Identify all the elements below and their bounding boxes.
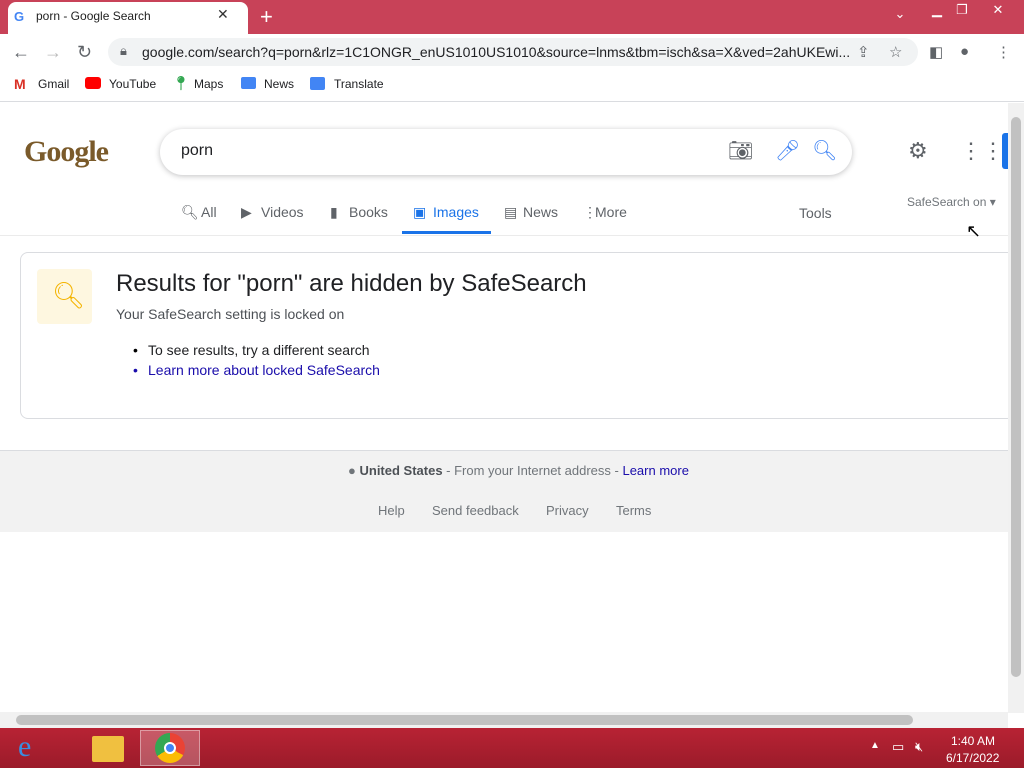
bookmark-translate[interactable]: Translate: [334, 77, 384, 91]
network-icon[interactable]: ▭: [892, 739, 904, 755]
news-tab-icon: ▤: [504, 204, 518, 220]
notice-subheading: Your SafeSearch setting is locked on: [116, 306, 345, 322]
divider: [0, 235, 1008, 236]
tools-button[interactable]: Tools: [799, 205, 832, 221]
bullet-dot: •: [133, 362, 138, 378]
tab-title: porn - Google Search: [36, 9, 151, 23]
search-icon[interactable]: 🔍︎: [812, 138, 837, 163]
forward-icon[interactable]: →: [44, 42, 62, 63]
youtube-icon: [85, 77, 101, 89]
tab-all[interactable]: All: [201, 204, 217, 220]
minimize-icon[interactable]: ▁: [925, 2, 949, 20]
maps-icon: 📍︎: [172, 75, 190, 91]
safesearch-dropdown[interactable]: SafeSearch on ▾: [907, 195, 996, 209]
mouse-cursor-icon: ↖: [966, 221, 982, 241]
bookmark-star-icon[interactable]: ☆: [889, 43, 902, 61]
footer-terms-link[interactable]: Terms: [616, 503, 651, 518]
google-favicon-icon: G: [14, 9, 25, 24]
internet-explorer-icon[interactable]: e: [18, 730, 74, 766]
bookmark-news[interactable]: News: [264, 77, 294, 91]
location-line: ● United States - From your Internet add…: [348, 463, 689, 478]
bookmark-youtube[interactable]: YouTube: [109, 77, 156, 91]
clock-date[interactable]: 6/17/2022: [946, 751, 999, 765]
notice-bullet-text: To see results, try a different search: [148, 342, 370, 358]
volume-muted-icon[interactable]: 🔇︎: [915, 739, 923, 755]
location-country: United States: [359, 463, 443, 478]
bullet-dot: •: [133, 342, 138, 358]
translate-icon: [310, 77, 325, 90]
google-doodle-logo[interactable]: Google: [24, 135, 109, 169]
news-icon: [241, 77, 256, 89]
clock-time[interactable]: 1:40 AM: [951, 734, 995, 748]
bookmark-gmail[interactable]: Gmail: [38, 77, 69, 91]
magnifier-icon: 🔍︎: [52, 280, 86, 310]
share-icon[interactable]: ⇪: [857, 43, 870, 61]
menu-kebab-icon[interactable]: ⋮: [996, 43, 1011, 61]
footer-privacy-link[interactable]: Privacy: [546, 503, 589, 518]
caret-down-icon: ▾: [989, 195, 996, 209]
footer-help-link[interactable]: Help: [378, 503, 405, 518]
back-icon[interactable]: ←: [12, 42, 30, 63]
image-icon: ▣: [413, 204, 427, 220]
lock-icon[interactable]: 🔒︎: [120, 43, 127, 59]
book-icon: ▮: [330, 204, 338, 220]
microphone-icon[interactable]: 🎤︎: [775, 138, 800, 163]
active-tab-indicator: [402, 231, 491, 234]
url-text[interactable]: google.com/search?q=porn&rlz=1C1ONGR_enU…: [142, 44, 850, 60]
profile-avatar-icon[interactable]: ●: [960, 43, 969, 60]
reload-icon[interactable]: ↻: [77, 42, 92, 63]
tab-images[interactable]: Images: [433, 204, 479, 220]
location-dot-icon: ●: [348, 463, 356, 478]
footer-feedback-link[interactable]: Send feedback: [432, 503, 519, 518]
tab-books[interactable]: Books: [349, 204, 388, 220]
close-tab-icon[interactable]: ✕: [217, 6, 229, 23]
vertical-scroll-thumb[interactable]: [1011, 117, 1021, 677]
tab-videos[interactable]: Videos: [261, 204, 304, 220]
learn-more-safesearch-link[interactable]: Learn more about locked SafeSearch: [148, 362, 380, 378]
tab-news[interactable]: News: [523, 204, 558, 220]
location-suffix: - From your Internet address -: [442, 463, 623, 478]
safesearch-label: SafeSearch on: [907, 195, 987, 209]
video-icon: ▶: [241, 204, 252, 220]
restore-icon[interactable]: ❐: [950, 2, 974, 20]
tray-expand-icon[interactable]: ▲: [870, 740, 880, 751]
tab-search-chevron-icon[interactable]: ⌄: [888, 6, 912, 24]
notice-heading: Results for "porn" are hidden by SafeSea…: [116, 270, 587, 297]
horizontal-scroll-thumb[interactable]: [16, 715, 913, 725]
bookmark-maps[interactable]: Maps: [194, 77, 223, 91]
gmail-icon: M: [14, 76, 26, 92]
side-panel-icon[interactable]: ◧: [929, 43, 943, 61]
tab-more[interactable]: More: [595, 204, 627, 220]
gear-icon[interactable]: ⚙: [908, 138, 928, 164]
window-close-icon[interactable]: ✕: [986, 2, 1010, 20]
camera-icon[interactable]: 📷︎: [728, 138, 753, 163]
new-tab-icon[interactable]: +: [260, 4, 273, 30]
chrome-icon-center: [164, 742, 176, 754]
file-explorer-icon[interactable]: [92, 736, 124, 762]
search-input[interactable]: porn: [181, 142, 213, 160]
search-small-icon: 🔍︎: [181, 204, 199, 220]
location-learn-more-link[interactable]: Learn more: [622, 463, 688, 478]
